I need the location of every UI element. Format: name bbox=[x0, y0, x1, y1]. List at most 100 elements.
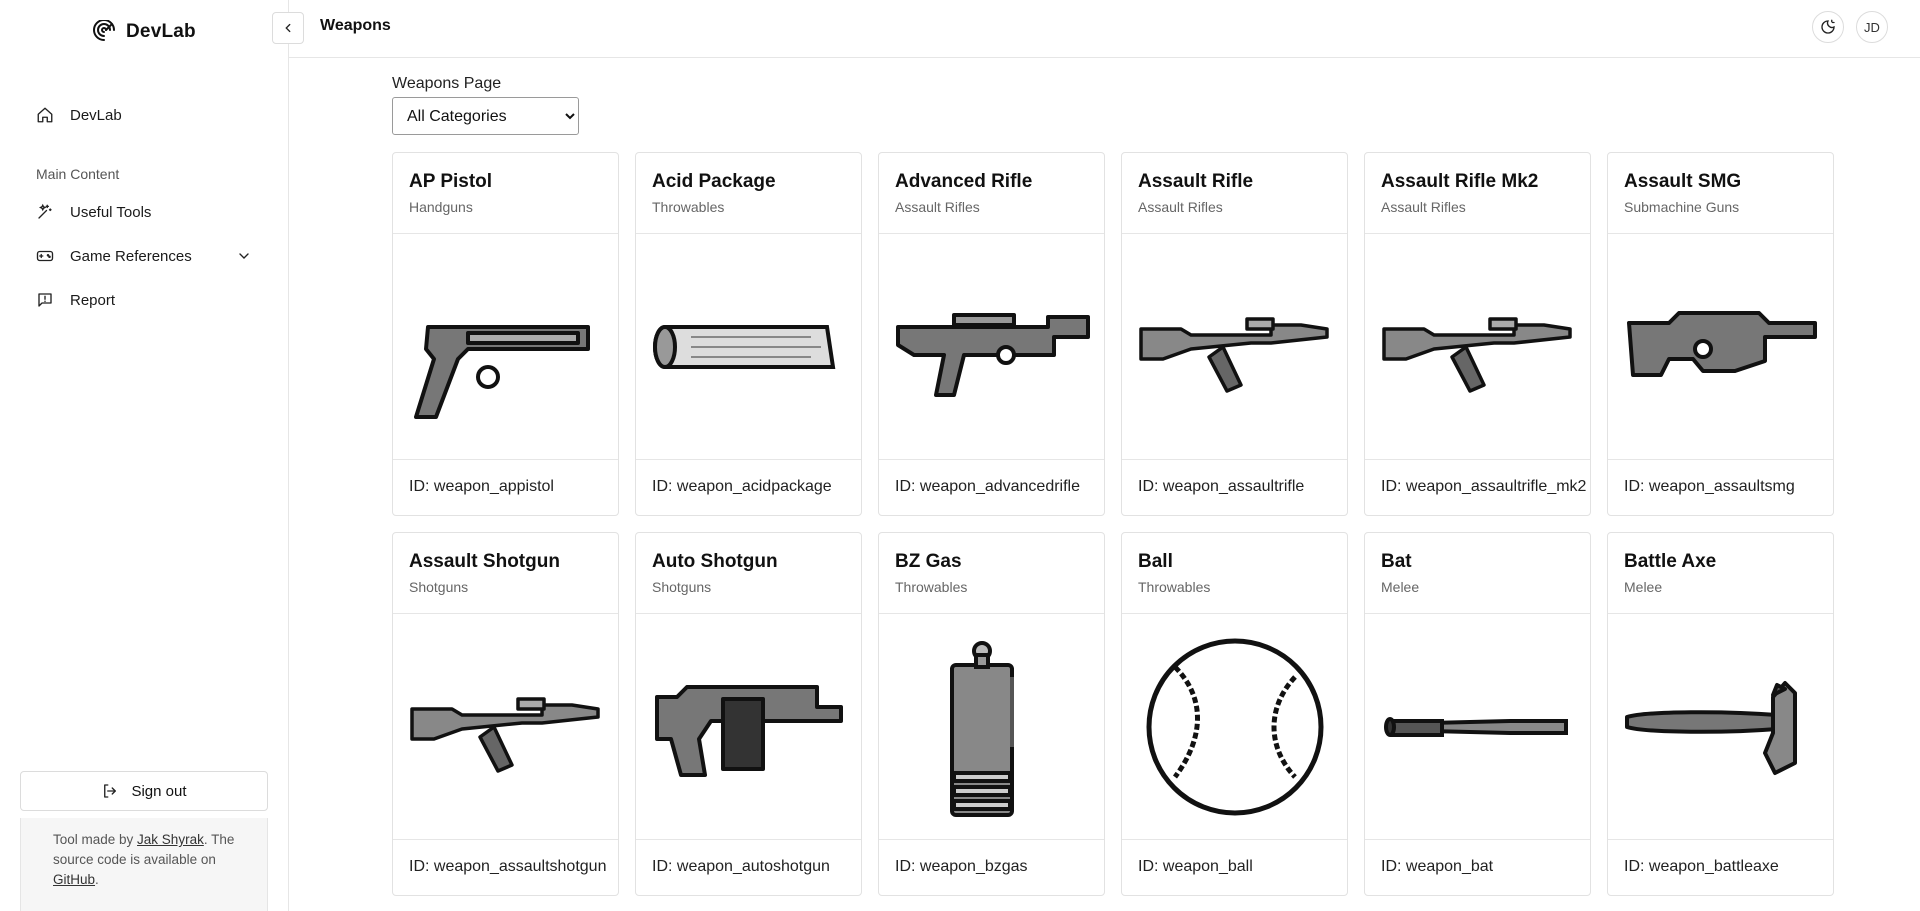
weapon-id: ID: weapon_autoshotgun bbox=[652, 858, 830, 875]
card-header: Assault Shotgun Shotguns bbox=[393, 533, 618, 614]
page-title: Weapons bbox=[320, 17, 391, 34]
weapon-card-2[interactable]: Advanced Rifle Assault Rifles ID: weapon… bbox=[878, 152, 1105, 516]
weapon-id: ID: weapon_assaultsmg bbox=[1624, 478, 1795, 495]
weapon-image bbox=[393, 234, 618, 460]
weapons-grid: AP Pistol Handguns ID: weapon_appistol A… bbox=[392, 152, 1834, 896]
weapon-image bbox=[393, 614, 618, 840]
weapon-id: ID: weapon_appistol bbox=[409, 478, 554, 495]
weapon-image bbox=[1365, 234, 1590, 460]
autoshotgun-icon bbox=[654, 684, 843, 777]
weapon-name: AP Pistol bbox=[409, 171, 493, 192]
weapon-card-1[interactable]: Acid Package Throwables ID: weapon_acidp… bbox=[635, 152, 862, 516]
card-header: Advanced Rifle Assault Rifles bbox=[879, 153, 1104, 234]
pistol-icon bbox=[413, 324, 590, 419]
credits: Tool made by Jak Shyrak. The source code… bbox=[20, 818, 268, 911]
weapon-id: ID: weapon_bat bbox=[1381, 858, 1494, 875]
weapon-id: ID: weapon_assaultrifle_mk2 bbox=[1381, 478, 1587, 495]
package-icon bbox=[652, 324, 835, 369]
card-header: Acid Package Throwables bbox=[636, 153, 861, 234]
smg-icon bbox=[1626, 310, 1817, 377]
weapon-image bbox=[1365, 614, 1590, 840]
rifle-icon bbox=[409, 696, 600, 773]
logout-icon bbox=[104, 784, 117, 798]
weapon-id: ID: weapon_acidpackage bbox=[652, 478, 832, 495]
weapon-card-11[interactable]: Battle Axe Melee ID: weapon_battleaxe bbox=[1607, 532, 1834, 896]
weapon-card-4[interactable]: Assault Rifle Mk2 Assault Rifles ID: wea… bbox=[1364, 152, 1591, 516]
weapon-category: Throwables bbox=[895, 579, 968, 595]
card-header: BZ Gas Throwables bbox=[879, 533, 1104, 614]
weapon-card-10[interactable]: Bat Melee ID: weapon_bat bbox=[1364, 532, 1591, 896]
rifle-icon bbox=[1381, 316, 1572, 393]
weapon-name: Advanced Rifle bbox=[895, 171, 1033, 192]
card-header: Assault Rifle Mk2 Assault Rifles bbox=[1365, 153, 1590, 234]
weapon-image bbox=[1608, 234, 1833, 460]
weapon-category: Melee bbox=[1381, 579, 1420, 595]
weapon-card-3[interactable]: Assault Rifle Assault Rifles ID: weapon_… bbox=[1121, 152, 1348, 516]
sign-out-label: Sign out bbox=[131, 782, 187, 800]
sidebar-item-label: Useful Tools bbox=[70, 203, 152, 221]
weapon-card-6[interactable]: Assault Shotgun Shotguns ID: weapon_assa… bbox=[392, 532, 619, 896]
filter-label: Weapons Page bbox=[392, 75, 502, 92]
weapon-id: ID: weapon_battleaxe bbox=[1624, 858, 1779, 875]
weapon-name: Acid Package bbox=[652, 171, 776, 192]
collapse-sidebar-button[interactable] bbox=[272, 12, 304, 44]
weapon-category: Melee bbox=[1624, 579, 1663, 595]
card-header: Ball Throwables bbox=[1122, 533, 1347, 614]
bat-icon bbox=[1383, 716, 1568, 737]
sidebar-item-label: DevLab bbox=[70, 106, 122, 124]
weapon-card-8[interactable]: BZ Gas Throwables ID: weapon_bzgas bbox=[878, 532, 1105, 896]
card-header: Battle Axe Melee bbox=[1608, 533, 1833, 614]
gamepad-icon bbox=[36, 250, 54, 262]
weapon-card-0[interactable]: AP Pistol Handguns ID: weapon_appistol bbox=[392, 152, 619, 516]
ball-icon bbox=[1146, 638, 1323, 815]
sidebar-item-home[interactable]: DevLab bbox=[36, 106, 252, 124]
weapon-category: Shotguns bbox=[409, 579, 469, 595]
weapon-id: ID: weapon_advancedrifle bbox=[895, 478, 1081, 495]
brand[interactable]: DevLab bbox=[92, 20, 196, 44]
sign-out-button[interactable]: Sign out bbox=[20, 771, 268, 811]
home-icon bbox=[37, 107, 53, 123]
sidebar: DevLab DevLab Main Content Useful Tools … bbox=[0, 0, 289, 911]
theme-toggle-button[interactable] bbox=[1812, 11, 1844, 43]
weapon-name: Assault SMG bbox=[1624, 171, 1742, 192]
card-header: Bat Melee bbox=[1365, 533, 1590, 614]
weapon-image bbox=[1608, 614, 1833, 840]
sidebar-item-report[interactable]: Report bbox=[36, 291, 252, 309]
weapon-name: Assault Shotgun bbox=[409, 551, 560, 572]
github-link[interactable]: GitHub bbox=[53, 872, 95, 887]
canister-icon bbox=[949, 640, 1014, 817]
weapon-name: BZ Gas bbox=[895, 551, 962, 572]
weapon-name: Assault Rifle bbox=[1138, 171, 1254, 192]
category-select[interactable]: All Categories bbox=[392, 97, 579, 135]
weapon-image bbox=[1122, 614, 1347, 840]
message-report-icon bbox=[38, 293, 52, 307]
sidebar-item-useful-tools[interactable]: Useful Tools bbox=[36, 203, 252, 221]
weapon-category: Shotguns bbox=[652, 579, 712, 595]
weapon-name: Ball bbox=[1138, 551, 1173, 572]
weapon-category: Assault Rifles bbox=[895, 199, 980, 215]
weapon-image bbox=[636, 234, 861, 460]
weapon-name: Bat bbox=[1381, 551, 1412, 572]
chevron-down-icon[interactable] bbox=[236, 248, 252, 264]
weapon-card-9[interactable]: Ball Throwables ID: weapon_ball bbox=[1121, 532, 1348, 896]
card-header: Assault Rifle Assault Rifles bbox=[1122, 153, 1347, 234]
weapon-image bbox=[879, 614, 1104, 840]
author-link[interactable]: Jak Shyrak bbox=[137, 832, 204, 847]
avatar[interactable]: JD bbox=[1856, 11, 1888, 43]
weapon-card-7[interactable]: Auto Shotgun Shotguns ID: weapon_autosho… bbox=[635, 532, 862, 896]
weapon-category: Submachine Guns bbox=[1624, 199, 1740, 215]
sidebar-item-game-references[interactable]: Game References bbox=[36, 247, 252, 265]
brand-name: DevLab bbox=[126, 21, 196, 42]
weapon-id: ID: weapon_bzgas bbox=[895, 858, 1028, 875]
weapon-card-5[interactable]: Assault SMG Submachine Guns ID: weapon_a… bbox=[1607, 152, 1834, 516]
weapon-category: Throwables bbox=[1138, 579, 1211, 595]
weapon-image bbox=[1122, 234, 1347, 460]
weapon-id: ID: weapon_assaultshotgun bbox=[409, 858, 607, 875]
sidebar-item-label: Report bbox=[70, 291, 116, 309]
weapon-id: ID: weapon_assaultrifle bbox=[1138, 478, 1305, 495]
sidebar-item-label: Game References bbox=[70, 247, 192, 265]
sparkles-icon bbox=[38, 203, 52, 219]
bullpup-icon bbox=[895, 312, 1090, 397]
weapon-name: Assault Rifle Mk2 bbox=[1381, 171, 1539, 192]
axe-icon bbox=[1624, 680, 1797, 775]
